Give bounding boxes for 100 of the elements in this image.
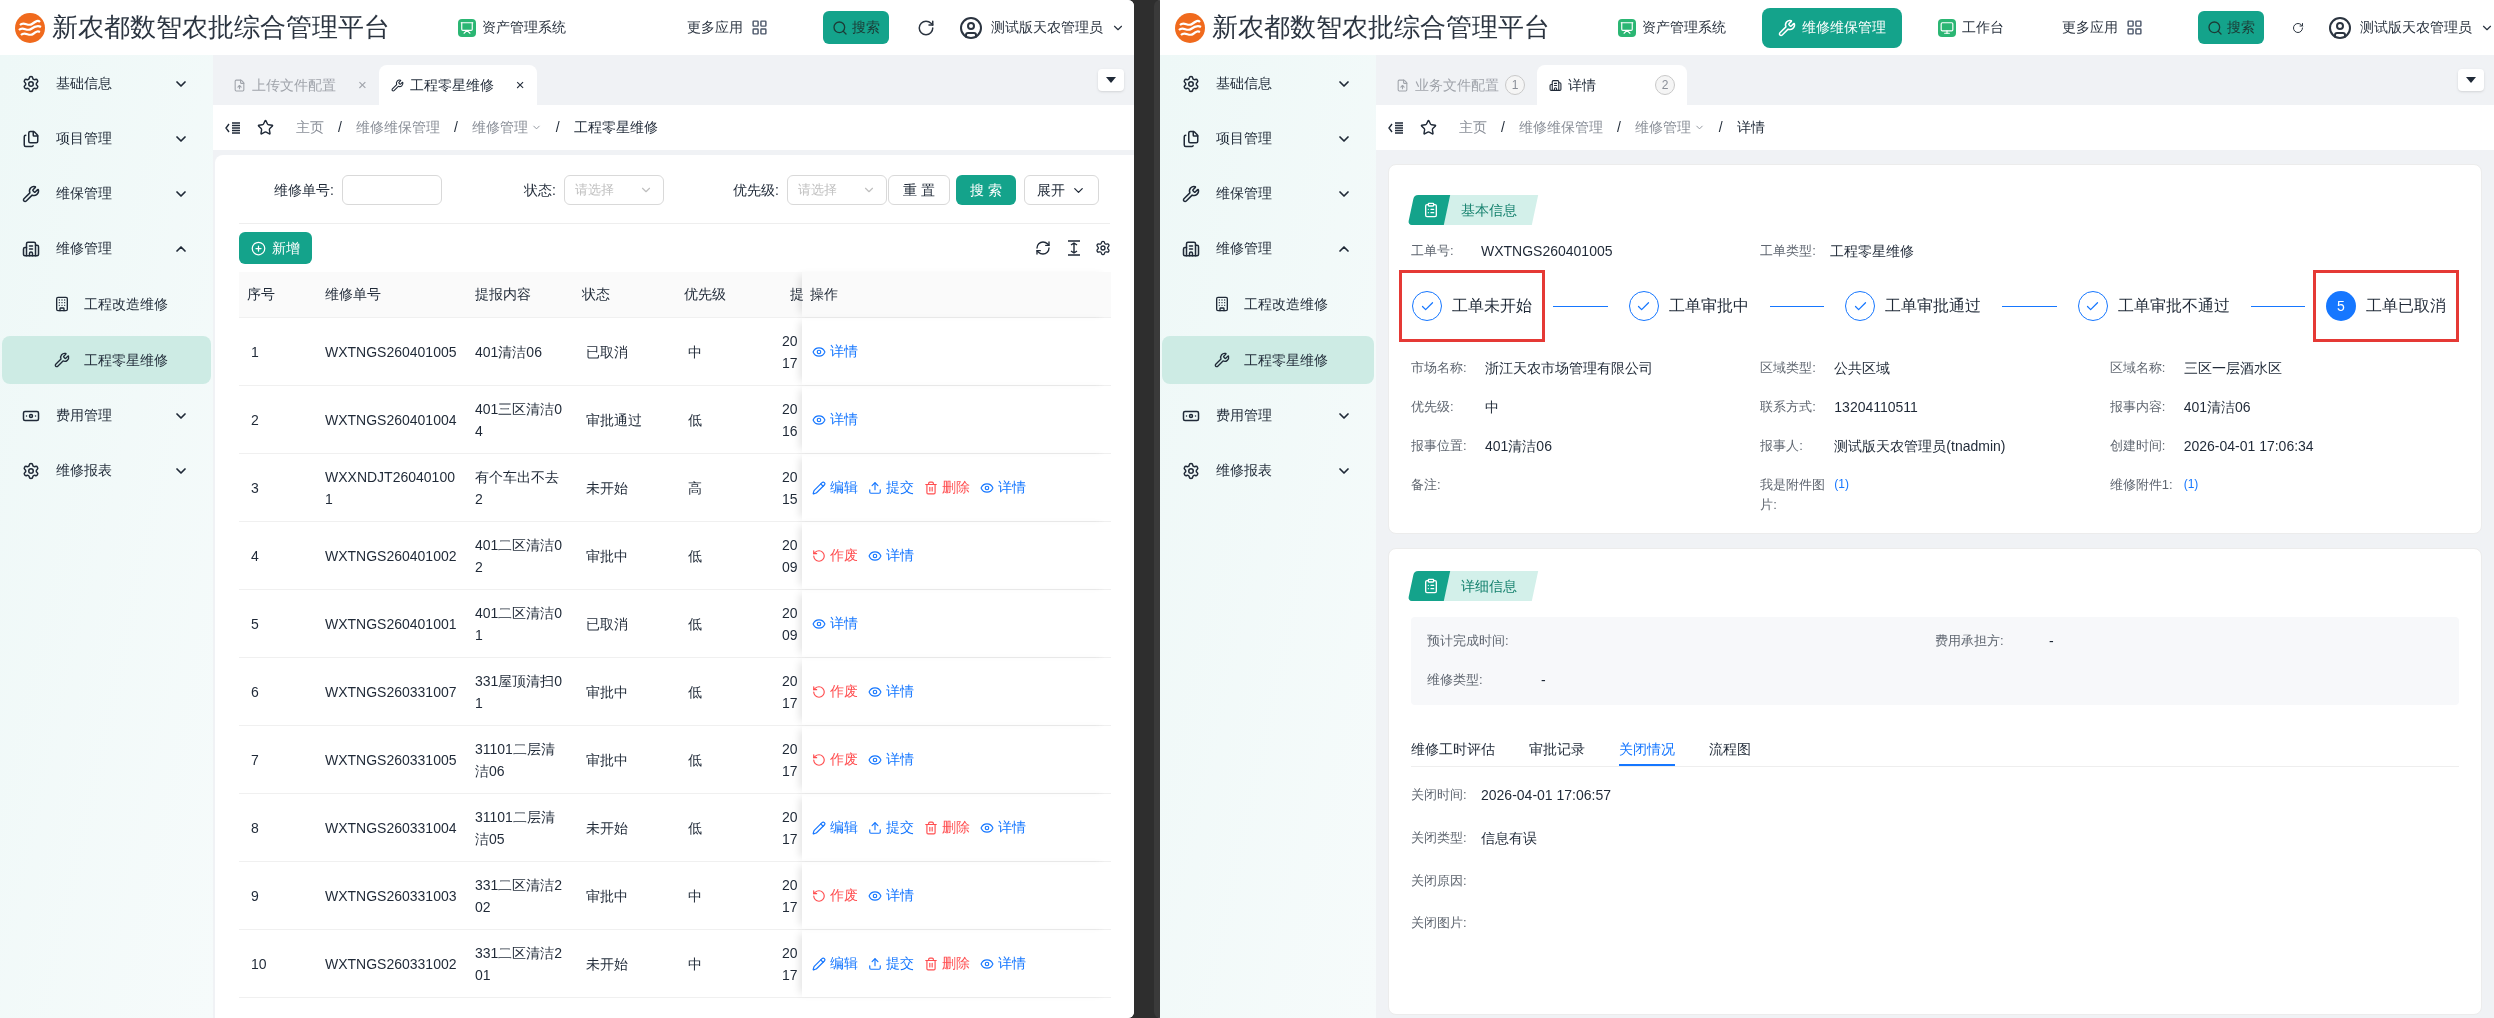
delete-link[interactable]: 删除 [924,477,970,498]
detail-link[interactable]: 详情 [868,681,914,702]
eye-icon [980,480,994,495]
attachment-link[interactable]: (1) [1834,475,1849,493]
reset-button[interactable]: 重 置 [888,175,950,205]
submit-link[interactable]: 提交 [868,953,914,974]
page-tab[interactable]: 工程零星维修 × [378,65,537,105]
sidebar-item[interactable]: 基础信息 [0,56,213,111]
sidebar-item[interactable]: 维修管理 [0,221,213,276]
breadcrumb-separator: / [338,118,342,137]
search-button[interactable]: 搜索 [823,11,889,44]
trash-icon [924,820,938,835]
sidebar-item[interactable]: 维修管理 [1160,221,1376,276]
breadcrumb-link[interactable]: 维修管理 [1634,117,1705,138]
user-menu[interactable]: 测试版天农管理员 [2328,15,2494,40]
edit-link[interactable]: 编辑 [812,953,858,974]
sidebar-item[interactable]: 维保管理 [0,166,213,221]
nav-item[interactable]: 工作台 [1922,7,2020,48]
edit-link[interactable]: 编辑 [812,817,858,838]
detail-tab[interactable]: 关闭情况 [1619,726,1675,766]
sidebar-item[interactable]: 维修报表 [1160,443,1376,498]
detail-link[interactable]: 详情 [980,477,1026,498]
detail-link[interactable]: 详情 [812,341,858,362]
detail-link[interactable]: 详情 [812,613,858,634]
void-link[interactable]: 作废 [812,885,858,906]
breadcrumb-link[interactable]: 维修维保管理 [1518,117,1603,138]
refresh-icon[interactable] [1035,240,1051,256]
expand-button[interactable]: 展开 [1023,175,1099,205]
breadcrumb-link[interactable]: 详情 [1736,117,1765,138]
detail-link[interactable]: 详情 [980,817,1026,838]
settings-icon[interactable] [1095,240,1111,256]
breadcrumb-link[interactable]: 维修管理 [471,117,542,138]
sidebar-item[interactable]: 维保管理 [1160,166,1376,221]
delete-link[interactable]: 删除 [924,817,970,838]
submit-link[interactable]: 提交 [868,817,914,838]
breadcrumb-link[interactable]: 维修维保管理 [355,117,440,138]
more-apps-button[interactable]: 更多应用 [687,17,768,38]
void-link[interactable]: 作废 [812,681,858,702]
detail-link[interactable]: 详情 [868,749,914,770]
table-cell-text: 3 [251,478,259,498]
collapse-menu-icon[interactable] [225,120,241,135]
close-icon[interactable]: × [515,73,525,97]
add-button[interactable]: 新增 [239,232,312,264]
user-menu[interactable]: 测试版天农管理员 [959,15,1125,40]
sidebar-item[interactable]: 费用管理 [0,388,213,443]
sidebar-item[interactable]: 费用管理 [1160,388,1376,443]
sidebar-subitem[interactable]: 工程改造维修 [2,280,211,328]
detail-link[interactable]: 详情 [980,953,1026,974]
sidebar-subitem[interactable]: 工程改造维修 [1162,280,1374,328]
void-link[interactable]: 作废 [812,545,858,566]
tabs-dropdown-button[interactable] [2458,69,2484,91]
close-icon[interactable]: × [358,73,367,97]
nav-item[interactable]: 维修维保管理 [1762,7,1902,48]
search-button[interactable]: 搜索 [2198,11,2264,44]
tabs-dropdown-button[interactable] [1098,69,1124,91]
field-value: 信息有误 [1481,829,1537,848]
collapse-menu-icon[interactable] [1388,120,1404,135]
detail-tab[interactable]: 维修工时评估 [1411,726,1495,766]
search-button[interactable]: 搜 索 [955,175,1016,205]
breadcrumb-link[interactable]: 主页 [296,117,324,138]
field-label: 区域类型: [1760,359,1817,377]
edit-link[interactable]: 编辑 [812,477,858,498]
refresh-icon[interactable] [917,18,935,37]
sidebar-item[interactable]: 维修报表 [0,443,213,498]
section-title: 基本信息 [1443,195,1539,225]
nav-item[interactable]: 资产管理系统 [442,7,582,48]
eye-icon [868,548,882,563]
sidebar-item[interactable]: 项目管理 [1160,111,1376,166]
input-field[interactable] [342,175,442,205]
sidebar-item[interactable]: 基础信息 [1160,56,1376,111]
page-tab[interactable]: 上传文件配置 × [221,65,379,105]
detail-link[interactable]: 详情 [868,545,914,566]
more-apps-button[interactable]: 更多应用 [2062,17,2143,38]
submit-link[interactable]: 提交 [868,477,914,498]
sidebar-subitem[interactable]: 工程零星维修 [1162,336,1374,384]
sidebar-item[interactable]: 项目管理 [0,111,213,166]
field-value: 工程零星维修 [1830,242,1915,261]
detail-link[interactable]: 详情 [812,409,858,430]
density-icon[interactable] [1067,240,1081,256]
undo-icon [812,548,826,563]
upload-icon [868,956,882,971]
attachment-link[interactable]: (1) [2183,475,2199,493]
delete-link[interactable]: 删除 [924,953,970,974]
sidebar-subitem[interactable]: 工程零星维修 [2,336,211,384]
table-cell-text: 未开始 [586,478,628,498]
breadcrumb-link[interactable]: 主页 [1459,117,1487,138]
page-tab[interactable]: 业务文件配置 1 [1384,65,1537,105]
detail-tab[interactable]: 流程图 [1709,726,1751,766]
star-icon[interactable] [257,119,274,136]
page-tab[interactable]: 详情 2 [1537,65,1687,105]
detail-link[interactable]: 详情 [868,885,914,906]
star-icon[interactable] [1420,119,1437,136]
detail-tab[interactable]: 审批记录 [1529,726,1585,766]
nav-item[interactable]: 资产管理系统 [1602,7,1742,48]
table-cell-text: 331屋顶清扫01 [475,671,564,713]
void-link[interactable]: 作废 [812,749,858,770]
breadcrumb-link[interactable]: 工程零星维修 [573,117,658,138]
upload-icon [868,820,882,835]
field-label: 关闭图片: [1411,914,1468,932]
user-icon [959,15,983,40]
